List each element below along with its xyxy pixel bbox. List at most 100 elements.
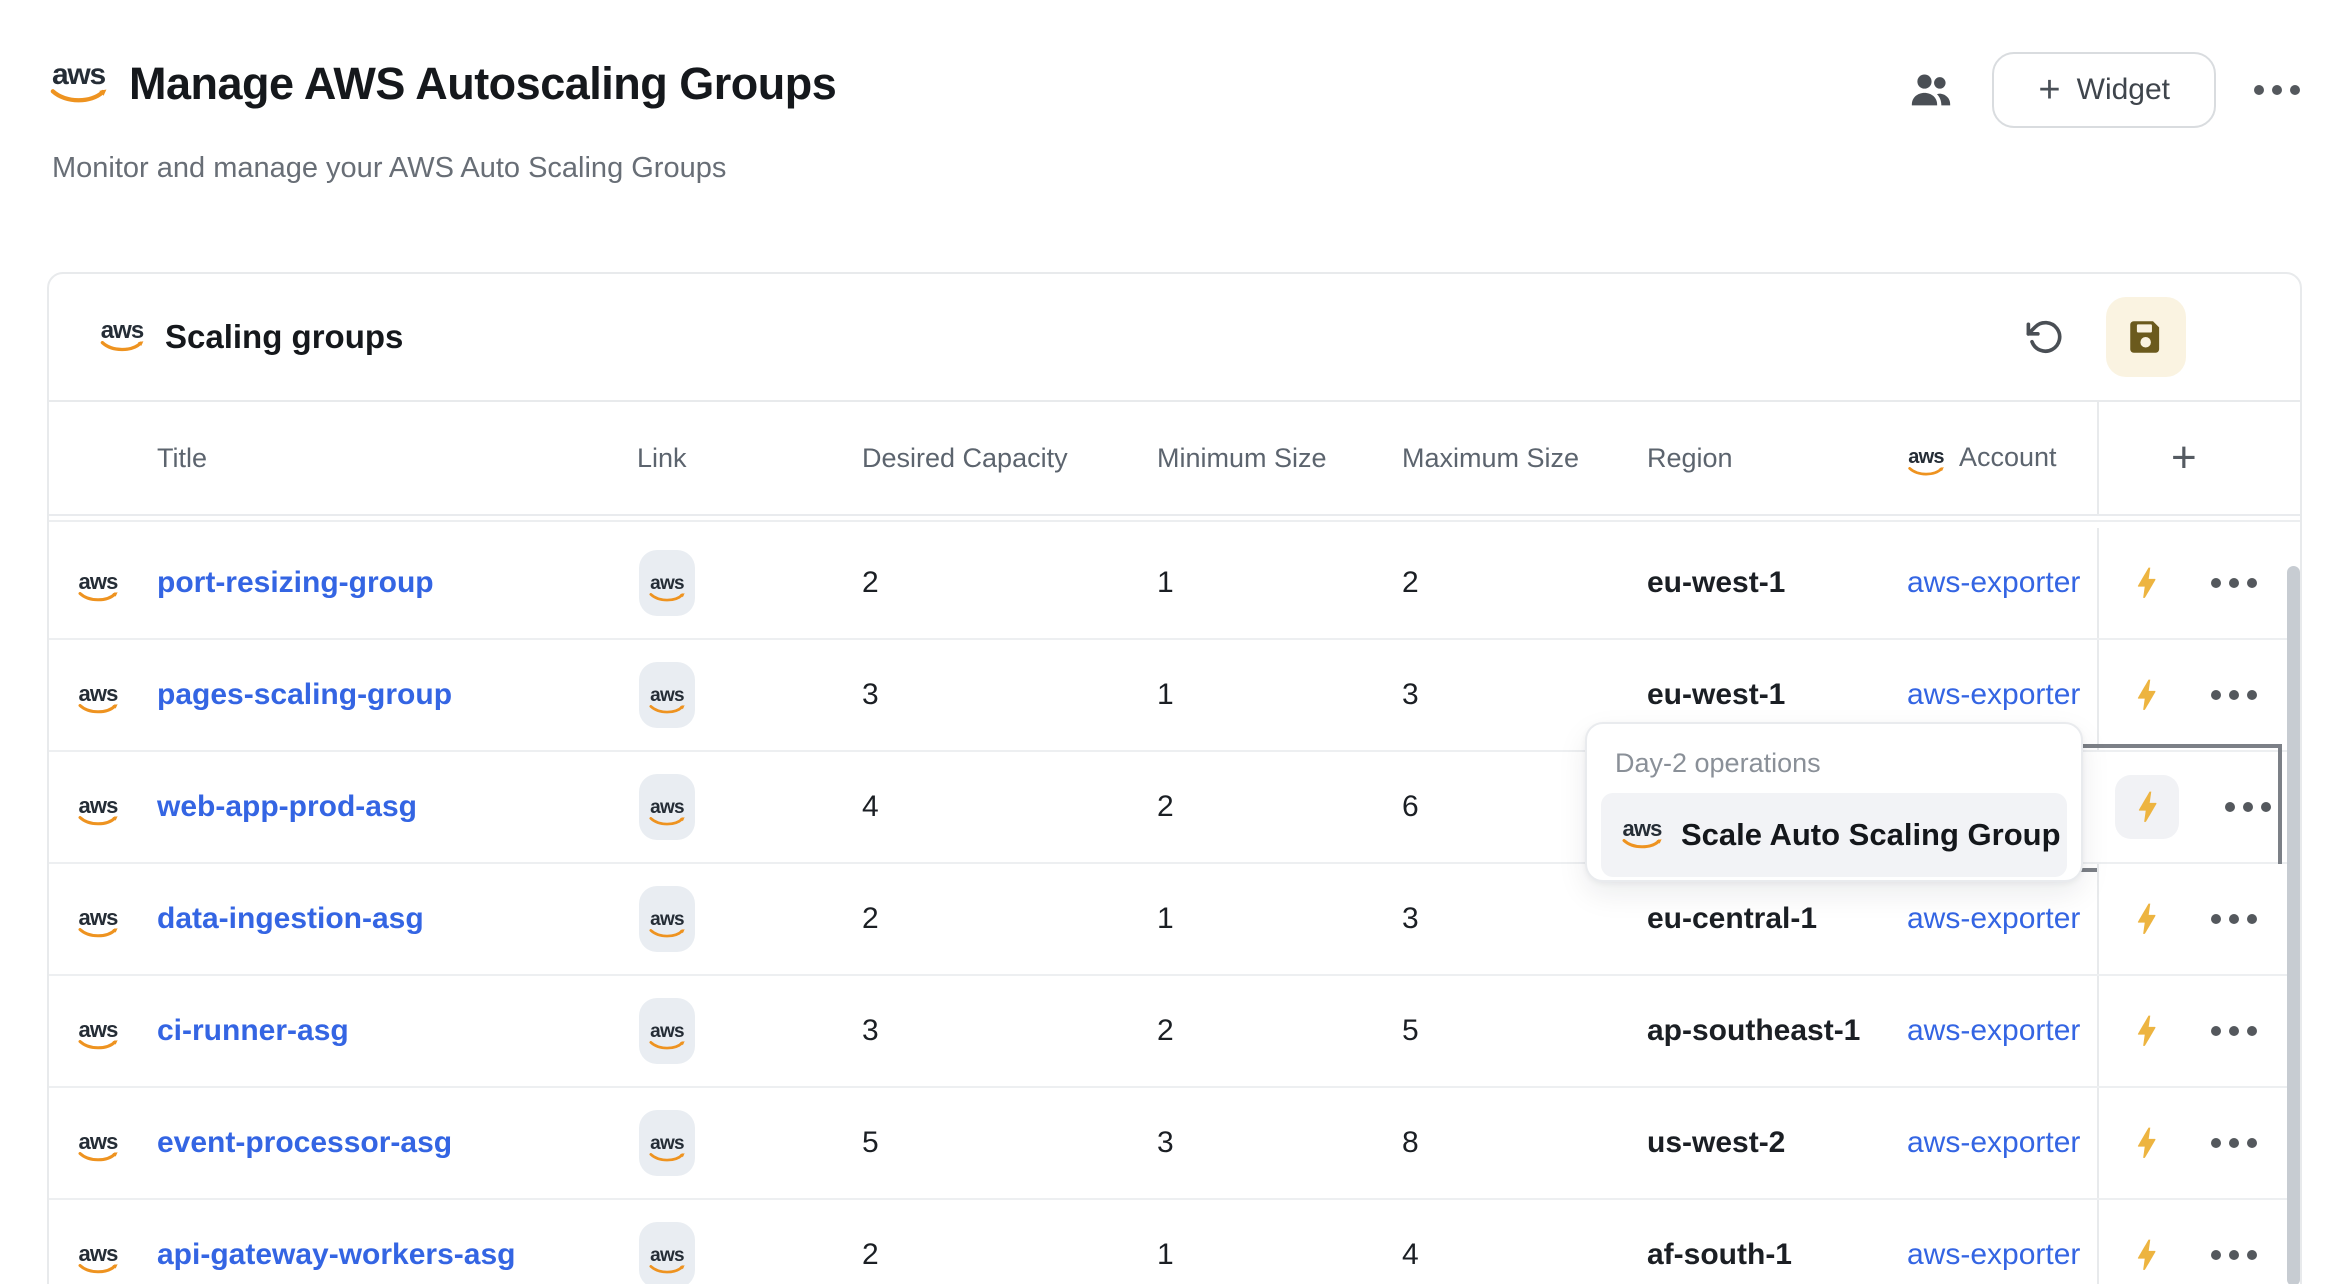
quick-action-lightning-button[interactable] <box>2127 1236 2165 1274</box>
col-account[interactable]: aws Account <box>1907 439 2097 476</box>
row-leading-icon-cell: aws <box>77 1123 157 1163</box>
row-leading-icon-cell: aws <box>77 1011 157 1051</box>
quick-action-lightning-button[interactable] <box>2127 564 2165 602</box>
row-leading-icon-cell: aws <box>77 1235 157 1275</box>
col-title[interactable]: Title <box>157 443 637 474</box>
menu-item-scale-auto-scaling-group[interactable]: aws Scale Auto Scaling Group <box>1601 793 2067 877</box>
group-title-link[interactable]: api-gateway-workers-asg <box>157 1238 515 1271</box>
col-minimum-size[interactable]: Minimum Size <box>1157 443 1402 474</box>
row-actions <box>2097 528 2300 638</box>
link-cell: aws <box>637 662 862 728</box>
aws-icon: aws <box>649 675 685 715</box>
link-cell: aws <box>637 998 862 1064</box>
aws-icon: aws <box>1907 439 1945 476</box>
region-value: af-south-1 <box>1647 1238 1907 1272</box>
desired-capacity-value: 4 <box>862 790 1157 824</box>
table-scrollbar[interactable] <box>2287 566 2300 1284</box>
aws-icon: aws <box>649 787 685 827</box>
card-actions <box>2026 297 2186 377</box>
row-more-button[interactable] <box>2211 578 2257 588</box>
card-header: aws Scaling groups <box>49 274 2300 402</box>
page-title: Manage AWS Autoscaling Groups <box>129 58 836 110</box>
add-column-button[interactable]: + <box>2171 436 2197 480</box>
save-button[interactable] <box>2106 297 2186 377</box>
group-title-link[interactable]: data-ingestion-asg <box>157 902 424 935</box>
region-value: eu-west-1 <box>1647 566 1907 600</box>
add-widget-button[interactable]: + Widget <box>1992 52 2216 128</box>
undo-icon[interactable] <box>2026 318 2064 356</box>
aws-link-badge[interactable]: aws <box>639 774 695 840</box>
account-link[interactable]: aws-exporter <box>1907 678 2080 711</box>
aws-link-badge[interactable]: aws <box>639 550 695 616</box>
row-more-button[interactable] <box>2211 914 2257 924</box>
row-more-button[interactable] <box>2211 1138 2257 1148</box>
row-more-button[interactable] <box>2211 1250 2257 1260</box>
link-cell: aws <box>637 550 862 616</box>
row-actions <box>2097 976 2300 1086</box>
aws-icon: aws <box>77 563 119 603</box>
row-leading-icon-cell: aws <box>77 899 157 939</box>
account-link[interactable]: aws-exporter <box>1907 1126 2080 1159</box>
group-title-link[interactable]: event-processor-asg <box>157 1126 452 1159</box>
quick-action-lightning-button[interactable] <box>2127 1012 2165 1050</box>
quick-action-lightning-button[interactable] <box>2127 1124 2165 1162</box>
group-title-link[interactable]: pages-scaling-group <box>157 678 452 711</box>
account-link[interactable]: aws-exporter <box>1907 566 2080 599</box>
row-leading-icon-cell: aws <box>77 787 157 827</box>
aws-link-badge[interactable]: aws <box>639 662 695 728</box>
account-link[interactable]: aws-exporter <box>1907 1014 2080 1047</box>
col-region[interactable]: Region <box>1647 443 1907 474</box>
row-more-button[interactable] <box>2211 1026 2257 1036</box>
maximum-size-value: 2 <box>1402 566 1647 600</box>
quick-action-lightning-button[interactable] <box>2115 775 2179 839</box>
aws-icon: aws <box>77 1011 119 1051</box>
region-value: ap-southeast-1 <box>1647 1014 1907 1048</box>
row-actions <box>2097 1088 2300 1198</box>
aws-icon: aws <box>1621 820 1663 850</box>
actions-column-header: + <box>2097 402 2300 514</box>
plus-icon: + <box>2038 71 2060 109</box>
account-link[interactable]: aws-exporter <box>1907 1238 2080 1271</box>
group-title-link[interactable]: ci-runner-asg <box>157 1014 349 1047</box>
quick-action-lightning-button[interactable] <box>2127 900 2165 938</box>
aws-link-badge[interactable]: aws <box>639 1110 695 1176</box>
account-cell: aws-exporter <box>1907 566 2097 600</box>
page: aws Manage AWS Autoscaling Groups Monito… <box>0 0 2344 1284</box>
row-more-button[interactable] <box>2211 690 2257 700</box>
widget-button-label: Widget <box>2077 73 2170 107</box>
title-cell: api-gateway-workers-asg <box>157 1238 637 1272</box>
account-cell: aws-exporter <box>1907 902 2097 936</box>
maximum-size-value: 3 <box>1402 678 1647 712</box>
account-cell: aws-exporter <box>1907 678 2097 712</box>
table-row: aws event-processor-asg aws 5 3 8 us-wes… <box>49 1088 2300 1200</box>
title-cell: ci-runner-asg <box>157 1014 637 1048</box>
table-row: aws ci-runner-asg aws 3 2 5 ap-southeast… <box>49 976 2300 1088</box>
col-desired-capacity[interactable]: Desired Capacity <box>862 443 1157 474</box>
group-title-link[interactable]: port-resizing-group <box>157 566 434 599</box>
link-cell: aws <box>637 1110 862 1176</box>
aws-logo-icon: aws <box>50 63 107 105</box>
minimum-size-value: 1 <box>1157 1238 1402 1272</box>
quick-action-lightning-button[interactable] <box>2127 676 2165 714</box>
group-title-link[interactable]: web-app-prod-asg <box>157 790 417 823</box>
maximum-size-value: 5 <box>1402 1014 1647 1048</box>
people-icon[interactable] <box>1908 67 1954 113</box>
col-maximum-size[interactable]: Maximum Size <box>1402 443 1647 474</box>
row-more-button[interactable] <box>2225 802 2271 812</box>
title-cell: event-processor-asg <box>157 1126 637 1160</box>
account-cell: aws-exporter <box>1907 1014 2097 1048</box>
page-more-button[interactable] <box>2254 85 2300 95</box>
link-cell: aws <box>637 1222 862 1284</box>
minimum-size-value: 3 <box>1157 1126 1402 1160</box>
aws-link-badge[interactable]: aws <box>639 1222 695 1284</box>
minimum-size-value: 2 <box>1157 790 1402 824</box>
row-actions <box>2097 864 2300 974</box>
account-link[interactable]: aws-exporter <box>1907 902 2080 935</box>
page-header: aws Manage AWS Autoscaling Groups <box>50 58 836 110</box>
table-body: aws port-resizing-group aws 2 1 2 eu-wes… <box>49 528 2300 1284</box>
col-link[interactable]: Link <box>637 443 862 474</box>
aws-link-badge[interactable]: aws <box>639 886 695 952</box>
aws-icon: aws <box>99 321 145 354</box>
popup-section-label: Day-2 operations <box>1615 748 2081 779</box>
aws-link-badge[interactable]: aws <box>639 998 695 1064</box>
